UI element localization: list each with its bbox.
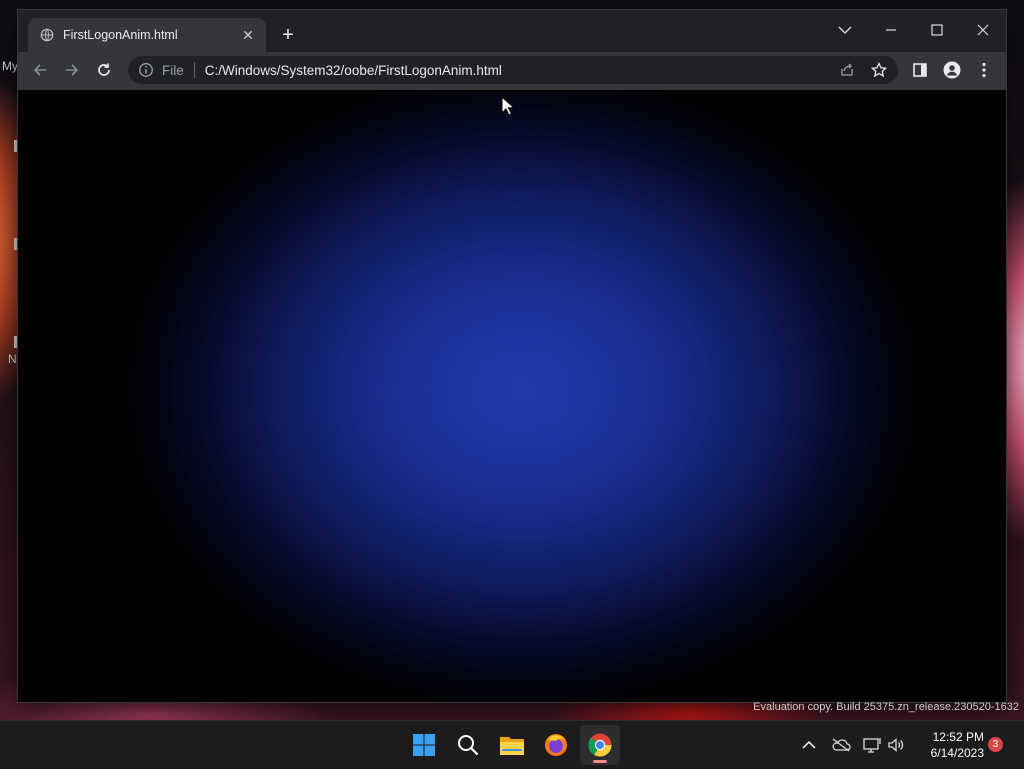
address-bar[interactable]: File C:/Windows/System32/oobe/FirstLogon… <box>128 56 898 84</box>
notification-badge[interactable]: 3 <box>988 737 1003 752</box>
forward-button[interactable] <box>58 56 86 84</box>
desktop-icon-label[interactable]: My <box>2 59 18 73</box>
network-icon[interactable] <box>861 733 885 757</box>
close-tab-icon[interactable]: ✕ <box>238 25 258 45</box>
kebab-menu-icon[interactable] <box>970 56 998 84</box>
close-window-button[interactable] <box>966 16 1000 44</box>
clock[interactable]: 12:52 PM 6/14/2023 <box>916 729 984 761</box>
bookmark-star-icon[interactable] <box>867 58 891 82</box>
tab-firstlogonanim[interactable]: FirstLogonAnim.html ✕ <box>28 18 266 52</box>
scheme-label: File <box>162 62 184 78</box>
volume-icon[interactable] <box>884 733 908 757</box>
search-icon[interactable] <box>448 725 488 765</box>
share-icon[interactable] <box>835 58 859 82</box>
profile-avatar-icon[interactable] <box>938 56 966 84</box>
maximize-button[interactable] <box>920 16 954 44</box>
chevron-up-icon[interactable] <box>797 733 821 757</box>
chrome-icon[interactable] <box>580 725 620 765</box>
globe-icon <box>40 28 54 42</box>
clock-time: 12:52 PM <box>932 730 984 744</box>
tab-strip: FirstLogonAnim.html ✕ + <box>18 10 1006 52</box>
divider <box>193 62 195 78</box>
clock-date: 6/14/2023 <box>930 746 984 760</box>
evaluation-watermark: Evaluation copy. Build 25375.zn_release.… <box>753 701 1019 713</box>
active-indicator <box>593 760 607 763</box>
tab-search-icon[interactable] <box>828 16 862 44</box>
minimize-button[interactable] <box>874 16 908 44</box>
mouse-cursor-icon <box>501 96 515 116</box>
new-tab-button[interactable]: + <box>278 24 298 46</box>
url-text[interactable]: C:/Windows/System32/oobe/FirstLogonAnim.… <box>205 63 502 78</box>
info-icon[interactable] <box>138 62 154 78</box>
desktop-icon-label[interactable]: N <box>8 352 17 366</box>
onedrive-offline-icon[interactable] <box>829 733 853 757</box>
file-explorer-icon[interactable] <box>492 725 532 765</box>
firefox-icon[interactable] <box>536 725 576 765</box>
browser-toolbar: File C:/Windows/System32/oobe/FirstLogon… <box>18 52 1006 90</box>
side-panel-icon[interactable] <box>906 56 934 84</box>
tab-title: FirstLogonAnim.html <box>63 28 178 42</box>
reload-button[interactable] <box>90 56 118 84</box>
back-button[interactable] <box>26 56 54 84</box>
page-content-animation[interactable] <box>18 90 1006 702</box>
taskbar: 12:52 PM 6/14/2023 3 <box>0 720 1024 769</box>
start-icon[interactable] <box>404 725 444 765</box>
